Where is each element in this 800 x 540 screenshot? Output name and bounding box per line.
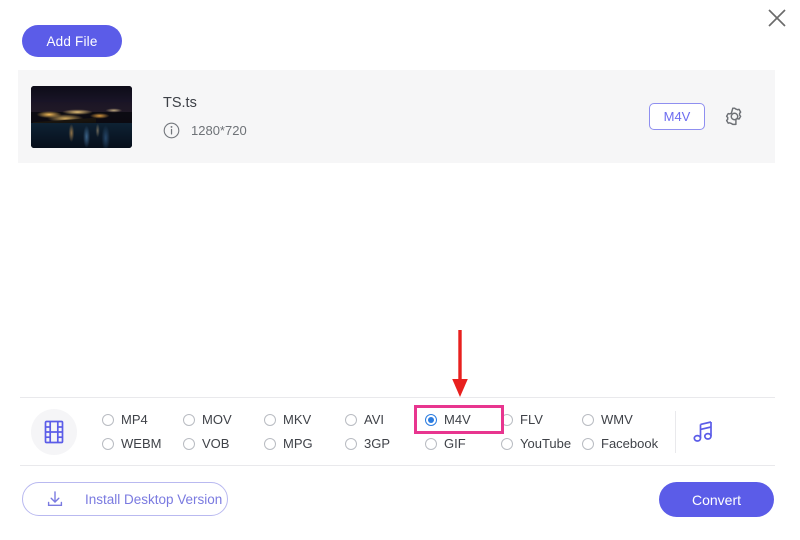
- info-icon: [163, 122, 180, 138]
- radio-icon: [183, 437, 195, 450]
- format-option-label: 3GP: [364, 436, 391, 451]
- format-option-webm[interactable]: WEBM: [102, 436, 183, 451]
- format-option-mkv[interactable]: MKV: [264, 412, 345, 427]
- format-option-label: MP4: [121, 412, 148, 427]
- radio-icon: [102, 413, 114, 426]
- close-button[interactable]: [762, 3, 792, 33]
- format-option-label: M4V: [444, 412, 471, 427]
- download-icon: [45, 489, 65, 509]
- settings-button[interactable]: [722, 104, 747, 129]
- radio-icon: [183, 413, 195, 426]
- video-format-group-button[interactable]: [31, 408, 77, 455]
- format-option-label: Facebook: [601, 436, 659, 451]
- radio-icon: [582, 413, 594, 426]
- format-option-3gp[interactable]: 3GP: [345, 436, 425, 451]
- gear-icon: [725, 107, 742, 126]
- format-option-label: MOV: [202, 412, 232, 427]
- radio-icon: [345, 437, 357, 450]
- format-option-gif[interactable]: GIF: [425, 436, 501, 451]
- file-thumbnail: [31, 85, 132, 148]
- film-icon: [44, 420, 64, 443]
- output-format-badge[interactable]: M4V: [649, 103, 705, 130]
- format-option-label: WEBM: [121, 436, 162, 451]
- audio-format-group-button[interactable]: [676, 418, 732, 446]
- format-option-label: AVI: [364, 412, 384, 427]
- format-option-avi[interactable]: AVI: [345, 412, 425, 427]
- install-button-label: Install Desktop Version: [85, 491, 223, 507]
- close-icon: [768, 9, 786, 27]
- file-dimensions: 1280*720: [191, 122, 247, 138]
- format-option-mp4[interactable]: MP4: [102, 412, 183, 427]
- file-card-actions: M4V: [649, 103, 747, 130]
- format-option-m4v[interactable]: M4V: [414, 405, 504, 434]
- format-option-label: WMV: [601, 412, 633, 427]
- format-option-wmv[interactable]: WMV: [582, 412, 663, 427]
- add-file-button[interactable]: Add File: [22, 25, 122, 57]
- radio-icon: [501, 437, 513, 450]
- converter-app: Add File TS.ts 1280*720 M4V MP4 MOV MKV …: [0, 0, 800, 540]
- format-selection-bar: MP4 MOV MKV AVI M4V FLV WMV WEBM VOB MPG…: [20, 397, 775, 466]
- red-arrow-annotation: [452, 330, 468, 397]
- format-option-label: MPG: [283, 436, 313, 451]
- format-options-grid: MP4 MOV MKV AVI M4V FLV WMV WEBM VOB MPG…: [102, 405, 663, 456]
- radio-selected-icon: [425, 413, 437, 426]
- format-option-mpg[interactable]: MPG: [264, 436, 345, 451]
- install-desktop-version-button[interactable]: Install Desktop Version: [22, 482, 228, 516]
- format-option-label: MKV: [283, 412, 312, 427]
- format-option-youtube[interactable]: YouTube: [501, 436, 582, 451]
- radio-icon: [264, 437, 276, 450]
- format-option-label: FLV: [520, 412, 543, 427]
- radio-icon: [345, 413, 357, 426]
- radio-icon: [501, 413, 513, 426]
- radio-icon: [102, 437, 114, 450]
- format-option-label: YouTube: [520, 436, 572, 451]
- music-note-icon: [693, 420, 712, 442]
- format-option-vob[interactable]: VOB: [183, 436, 264, 451]
- radio-icon: [582, 437, 594, 450]
- file-dimension-row: 1280*720: [163, 122, 247, 139]
- format-option-label: GIF: [444, 436, 466, 451]
- format-option-facebook[interactable]: Facebook: [582, 436, 663, 451]
- file-name: TS.ts: [163, 94, 197, 111]
- radio-icon: [425, 437, 437, 450]
- format-option-flv[interactable]: FLV: [501, 412, 582, 427]
- radio-icon: [264, 413, 276, 426]
- format-option-mov[interactable]: MOV: [183, 412, 264, 427]
- file-card: TS.ts 1280*720 M4V: [18, 70, 775, 163]
- convert-button[interactable]: Convert: [659, 482, 774, 517]
- file-meta: TS.ts 1280*720: [163, 95, 247, 139]
- format-option-label: VOB: [202, 436, 230, 451]
